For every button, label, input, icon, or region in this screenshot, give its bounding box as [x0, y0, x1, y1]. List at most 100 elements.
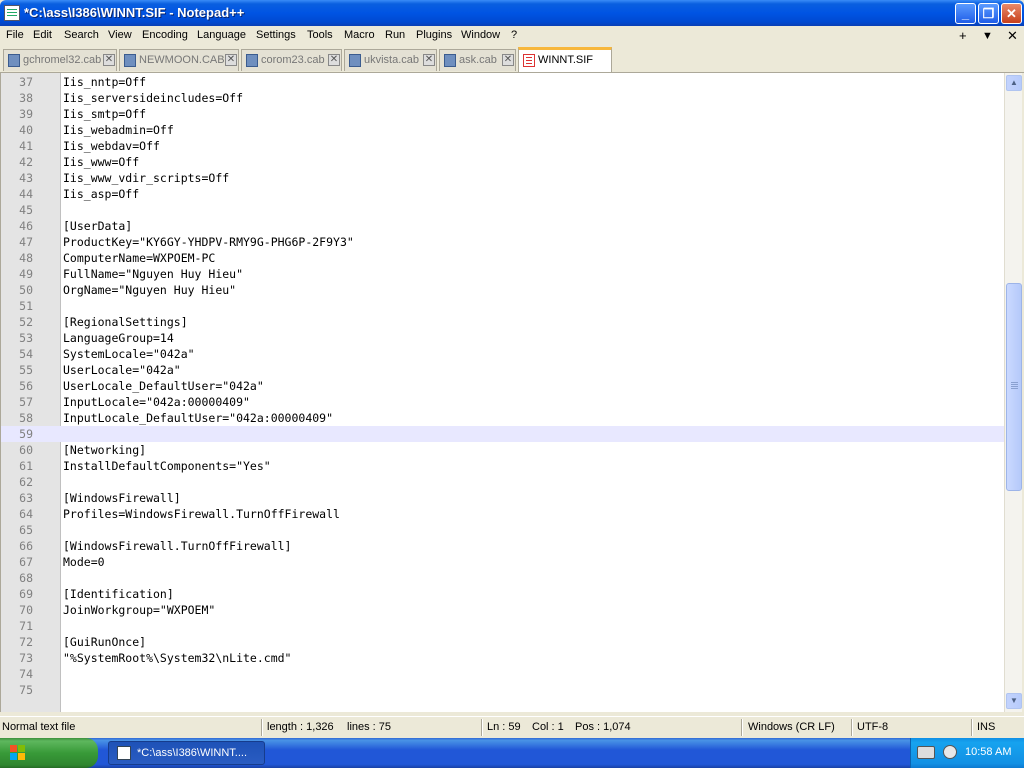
line-text[interactable]: Profiles=WindowsFirewall.TurnOffFirewall — [63, 506, 340, 522]
editor-line[interactable]: 45 — [1, 202, 1005, 218]
menu-language[interactable]: Language — [197, 29, 246, 41]
editor-line[interactable]: 58 InputLocale_DefaultUser="042a:00000409… — [1, 410, 1005, 426]
menu-view[interactable]: View — [108, 29, 132, 41]
clock[interactable]: 10:58 AM — [965, 746, 1011, 758]
line-text[interactable]: [GuiRunOnce] — [63, 634, 146, 650]
line-text[interactable]: InputLocale="042a:00000409" — [63, 394, 250, 410]
editor-line[interactable]: 37 Iis_nntp=Off — [1, 74, 1005, 90]
notepadpp-icon[interactable] — [4, 5, 20, 21]
line-text[interactable]: Iis_webadmin=Off — [63, 122, 174, 138]
volume-icon[interactable] — [943, 745, 957, 759]
close-icon[interactable]: ✕ — [328, 54, 340, 66]
maximize-button[interactable]: ❐ — [978, 3, 999, 24]
line-text[interactable]: LanguageGroup=14 — [63, 330, 174, 346]
editor-line[interactable]: 43 Iis_www_vdir_scripts=Off — [1, 170, 1005, 186]
scroll-thumb[interactable] — [1006, 283, 1022, 491]
scroll-up-button[interactable]: ▲ — [1006, 75, 1022, 91]
editor-line[interactable]: 60 [Networking] — [1, 442, 1005, 458]
line-text[interactable]: OrgName="Nguyen Huy Hieu" — [63, 282, 236, 298]
editor-line[interactable]: 72 [GuiRunOnce] — [1, 634, 1005, 650]
close-button[interactable]: ✕ — [1001, 3, 1022, 24]
line-text[interactable]: Iis_nntp=Off — [63, 74, 146, 90]
menu-macro[interactable]: Macro — [344, 29, 375, 41]
editor-line[interactable]: 41 Iis_webdav=Off — [1, 138, 1005, 154]
line-text[interactable]: FullName="Nguyen Huy Hieu" — [63, 266, 243, 282]
editor-line[interactable]: 50 OrgName="Nguyen Huy Hieu" — [1, 282, 1005, 298]
editor-line[interactable]: 39 Iis_smtp=Off — [1, 106, 1005, 122]
new-doc-icon[interactable]: + — [959, 28, 967, 43]
line-text[interactable]: Iis_webdav=Off — [63, 138, 160, 154]
line-text[interactable]: [RegionalSettings] — [63, 314, 188, 330]
editor-line[interactable]: 62 — [1, 474, 1005, 490]
tab-corom23[interactable]: corom23.cab ✕ — [241, 49, 342, 71]
editor-line[interactable]: 73 "%SystemRoot%\System32\nLite.cmd" — [1, 650, 1005, 666]
tab-ukvista[interactable]: ukvista.cab ✕ — [344, 49, 437, 71]
line-text[interactable]: Iis_serversideincludes=Off — [63, 90, 243, 106]
vertical-scrollbar[interactable]: ▲ ▼ — [1004, 73, 1022, 712]
editor-line[interactable]: 67 Mode=0 — [1, 554, 1005, 570]
close-doc-icon[interactable]: ✕ — [1007, 28, 1018, 44]
editor-line[interactable]: 38 Iis_serversideincludes=Off — [1, 90, 1005, 106]
menu-file[interactable]: File — [6, 29, 24, 41]
editor-line[interactable]: 68 — [1, 570, 1005, 586]
line-text[interactable]: Mode=0 — [63, 554, 105, 570]
menu-run[interactable]: Run — [385, 29, 405, 41]
line-text[interactable]: InstallDefaultComponents="Yes" — [63, 458, 271, 474]
editor-line[interactable]: 65 — [1, 522, 1005, 538]
editor-line[interactable]: 53 LanguageGroup=14 — [1, 330, 1005, 346]
line-text[interactable]: ProductKey="KY6GY-YHDPV-RMY9G-PHG6P-2F9Y… — [63, 234, 354, 250]
dropdown-icon[interactable]: ▼ — [982, 30, 993, 42]
editor-line[interactable]: 63 [WindowsFirewall] — [1, 490, 1005, 506]
line-text[interactable]: UserLocale_DefaultUser="042a" — [63, 378, 264, 394]
editor-line[interactable]: 75 — [1, 682, 1005, 698]
close-icon[interactable]: ✕ — [423, 54, 435, 66]
tab-newmoon[interactable]: NEWMOON.CAB ✕ — [119, 49, 239, 71]
menu-search[interactable]: Search — [64, 29, 99, 41]
editor-line[interactable]: 70 JoinWorkgroup="WXPOEM" — [1, 602, 1005, 618]
editor-line[interactable]: 61 InstallDefaultComponents="Yes" — [1, 458, 1005, 474]
menu-plugins[interactable]: Plugins — [416, 29, 452, 41]
menu-encoding[interactable]: Encoding — [142, 29, 188, 41]
line-text[interactable]: "%SystemRoot%\System32\nLite.cmd" — [63, 650, 291, 666]
editor-line[interactable]: 46 [UserData] — [1, 218, 1005, 234]
editor-line[interactable]: 49 FullName="Nguyen Huy Hieu" — [1, 266, 1005, 282]
line-text[interactable]: Iis_smtp=Off — [63, 106, 146, 122]
line-text[interactable]: [WindowsFirewall] — [63, 490, 181, 506]
editor-line[interactable]: 44 Iis_asp=Off — [1, 186, 1005, 202]
taskbar-notepadpp-button[interactable]: *C:\ass\I386\WINNT.... — [108, 741, 265, 765]
editor-line[interactable]: 69 [Identification] — [1, 586, 1005, 602]
editor-line[interactable]: 51 — [1, 298, 1005, 314]
menu-help[interactable]: ? — [511, 29, 517, 41]
tab-gchromel32[interactable]: gchromel32.cab ✕ — [3, 49, 117, 71]
editor-line[interactable]: 40 Iis_webadmin=Off — [1, 122, 1005, 138]
editor-line[interactable]: 55 UserLocale="042a" — [1, 362, 1005, 378]
keyboard-icon[interactable] — [917, 746, 935, 759]
line-text[interactable]: [Networking] — [63, 442, 146, 458]
line-text[interactable]: SystemLocale="042a" — [63, 346, 195, 362]
line-text[interactable]: [UserData] — [63, 218, 132, 234]
tab-winnt-sif[interactable]: WINNT.SIF — [518, 47, 612, 72]
editor-line[interactable]: 64 Profiles=WindowsFirewall.TurnOffFirewa… — [1, 506, 1005, 522]
start-button[interactable] — [0, 738, 98, 768]
editor-line[interactable]: 74 — [1, 666, 1005, 682]
line-text[interactable]: ComputerName=WXPOEM-PC — [63, 250, 215, 266]
title-bar[interactable]: *C:\ass\I386\WINNT.SIF - Notepad++ _ ❐ ✕ — [0, 0, 1024, 26]
close-icon[interactable]: ✕ — [103, 54, 115, 66]
editor-line[interactable]: 42 Iis_www=Off — [1, 154, 1005, 170]
editor-line[interactable]: 66 [WindowsFirewall.TurnOffFirewall] — [1, 538, 1005, 554]
editor-line[interactable]: 48 ComputerName=WXPOEM-PC — [1, 250, 1005, 266]
editor-line[interactable]: 57 InputLocale="042a:00000409" — [1, 394, 1005, 410]
menu-tools[interactable]: Tools — [307, 29, 333, 41]
editor-line[interactable]: 56 UserLocale_DefaultUser="042a" — [1, 378, 1005, 394]
tab-ask[interactable]: ask.cab ✕ — [439, 49, 516, 71]
line-text[interactable]: Iis_www=Off — [63, 154, 139, 170]
line-text[interactable]: JoinWorkgroup="WXPOEM" — [63, 602, 215, 618]
line-text[interactable]: Iis_www_vdir_scripts=Off — [63, 170, 229, 186]
editor-line[interactable]: 59 — [1, 426, 1005, 442]
line-text[interactable]: Iis_asp=Off — [63, 186, 139, 202]
menu-settings[interactable]: Settings — [256, 29, 296, 41]
close-icon[interactable]: ✕ — [502, 54, 514, 66]
line-text[interactable]: InputLocale_DefaultUser="042a:00000409" — [63, 410, 333, 426]
editor-line[interactable]: 71 — [1, 618, 1005, 634]
editor-line[interactable]: 54 SystemLocale="042a" — [1, 346, 1005, 362]
